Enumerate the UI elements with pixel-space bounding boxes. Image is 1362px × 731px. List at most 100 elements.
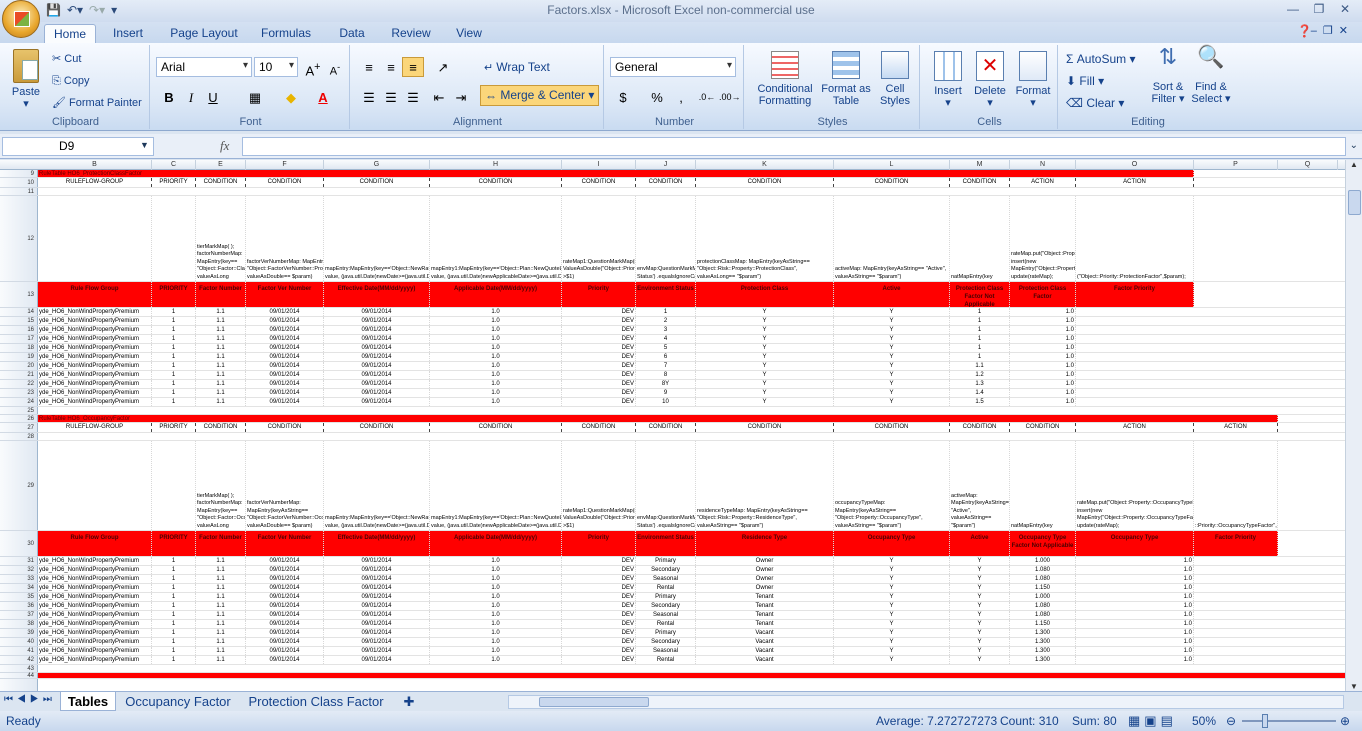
cell[interactable]: DEV xyxy=(562,656,636,664)
cell[interactable]: Vacant xyxy=(696,629,834,637)
column-header-i[interactable]: I xyxy=(562,160,636,170)
cell[interactable]: Primary xyxy=(636,593,696,601)
row-header-12[interactable]: 12 xyxy=(0,196,38,282)
cell[interactable]: 1.0 xyxy=(430,566,562,574)
expand-formula-bar-icon[interactable]: ⌄ xyxy=(1350,140,1358,151)
cell[interactable]: 1.0 xyxy=(1010,317,1076,325)
cell[interactable]: yde_HO6_NonWindPropertyPremium xyxy=(38,371,152,379)
cell[interactable]: Vacant xyxy=(696,647,834,655)
cell[interactable]: Y xyxy=(950,629,1010,637)
cell[interactable]: Occupancy Type xyxy=(834,531,950,556)
cell[interactable]: Factor Priority xyxy=(1076,282,1194,307)
cell[interactable]: 1.0 xyxy=(430,317,562,325)
tab-page-layout[interactable]: Page Layout xyxy=(164,24,244,43)
cell[interactable]: CONDITION xyxy=(1010,423,1076,432)
cell[interactable]: DEV xyxy=(562,389,636,397)
cell[interactable]: yde_HO6_NonWindPropertyPremium xyxy=(38,557,152,565)
cell[interactable]: 1.0 xyxy=(430,602,562,610)
row-header-36[interactable]: 36 xyxy=(0,602,38,611)
shrink-font-button[interactable]: A- xyxy=(324,57,346,78)
cell[interactable]: 1 xyxy=(152,656,196,664)
percent-button[interactable]: % xyxy=(646,87,668,107)
cell[interactable]: 1.000 xyxy=(1010,593,1076,601)
cell[interactable]: 1.1 xyxy=(950,362,1010,370)
cell[interactable]: ACTION xyxy=(1076,423,1194,432)
column-header-g[interactable]: G xyxy=(324,160,430,170)
cell[interactable]: DEV xyxy=(562,584,636,592)
cell[interactable]: CONDITION xyxy=(834,178,950,187)
cell[interactable]: 1 xyxy=(950,344,1010,352)
cell[interactable]: 1.0 xyxy=(1010,308,1076,316)
cell[interactable]: 09/01/2014 xyxy=(324,389,430,397)
cell[interactable]: 09/01/2014 xyxy=(246,362,324,370)
cell[interactable]: 1.1 xyxy=(196,566,246,574)
cell[interactable]: 1.1 xyxy=(196,308,246,316)
cell[interactable]: protectionClassMap: MapEntry(keyAsString… xyxy=(696,196,834,281)
cell[interactable]: 1.0 xyxy=(1010,398,1076,406)
cell[interactable]: 1 xyxy=(152,308,196,316)
fill-color-icon[interactable]: ◆ xyxy=(280,87,302,107)
row-header-21[interactable]: 21 xyxy=(0,371,38,380)
cell[interactable]: 1.0 xyxy=(430,308,562,316)
cell[interactable]: 1.0 xyxy=(1076,647,1194,655)
cell[interactable]: envMap:QuestionMarkMap(envMap.get('Envir… xyxy=(636,441,696,530)
cell[interactable]: activeMap: MapEntry(keyAsString== "Activ… xyxy=(834,196,950,281)
cell[interactable]: CONDITION xyxy=(246,178,324,187)
cell[interactable]: DEV xyxy=(562,566,636,574)
cell[interactable]: 8 xyxy=(636,371,696,379)
cell[interactable]: Y xyxy=(950,566,1010,574)
row-header-35[interactable]: 35 xyxy=(0,593,38,602)
row-header-14[interactable]: 14 xyxy=(0,308,38,317)
cell[interactable]: yde_HO6_NonWindPropertyPremium xyxy=(38,362,152,370)
cell[interactable]: DEV xyxy=(562,647,636,655)
number-format-combo[interactable]: General xyxy=(610,57,736,77)
cell[interactable]: 1.1 xyxy=(196,389,246,397)
cell[interactable]: Y xyxy=(834,326,950,334)
wrap-text-button[interactable]: ↵ Wrap Text xyxy=(484,61,550,74)
tab-view[interactable]: View xyxy=(446,24,492,43)
cell[interactable]: 1 xyxy=(152,326,196,334)
cell[interactable]: 09/01/2014 xyxy=(246,308,324,316)
cell[interactable]: Y xyxy=(834,344,950,352)
row-header-27[interactable]: 27 xyxy=(0,423,38,433)
cell[interactable]: Y xyxy=(696,362,834,370)
align-left-icon[interactable]: ☰ xyxy=(358,87,380,107)
cell[interactable]: Y xyxy=(834,602,950,610)
cell[interactable]: yde_HO6_NonWindPropertyPremium xyxy=(38,566,152,574)
cell[interactable]: 1.1 xyxy=(196,398,246,406)
cell[interactable]: CONDITION xyxy=(834,423,950,432)
cell[interactable] xyxy=(38,196,152,281)
cell[interactable]: Active xyxy=(834,282,950,307)
cell[interactable]: 1.080 xyxy=(1010,575,1076,583)
row-header-38[interactable]: 38 xyxy=(0,620,38,629)
cell[interactable]: Y xyxy=(834,638,950,646)
insert-cells-button[interactable]: Insert ▾ xyxy=(928,51,968,109)
cell[interactable]: 1 xyxy=(152,584,196,592)
format-as-table-button[interactable]: Format as Table xyxy=(820,51,872,107)
cell[interactable]: DEV xyxy=(562,344,636,352)
row-header-17[interactable]: 17 xyxy=(0,335,38,344)
cell[interactable]: 09/01/2014 xyxy=(324,362,430,370)
cell[interactable]: Active xyxy=(950,531,1010,556)
cell[interactable]: 09/01/2014 xyxy=(324,326,430,334)
zoom-in-icon[interactable]: ⊕ xyxy=(1340,714,1350,728)
column-header-m[interactable]: M xyxy=(950,160,1010,170)
cell[interactable]: DEV xyxy=(562,611,636,619)
cell[interactable]: 1.0 xyxy=(430,557,562,565)
cell[interactable]: CONDITION xyxy=(324,178,430,187)
cell[interactable]: ::Priority::OccupancyTypeFactor",$param)… xyxy=(1194,441,1278,530)
cell[interactable]: 1.0 xyxy=(1010,362,1076,370)
cell[interactable]: 1.0 xyxy=(430,611,562,619)
cell[interactable]: 1.0 xyxy=(430,638,562,646)
cell[interactable]: Factor Ver Number xyxy=(246,531,324,556)
cell[interactable]: tierMarkMap( ); factorNumberMap: MapEntr… xyxy=(196,196,246,281)
cell[interactable]: 1.1 xyxy=(196,629,246,637)
cell[interactable]: Applicable Date(MM/dd/yyyy) xyxy=(430,282,562,307)
row-header-19[interactable]: 19 xyxy=(0,353,38,362)
cell[interactable]: 1 xyxy=(152,593,196,601)
cell[interactable]: 1.150 xyxy=(1010,584,1076,592)
cell[interactable]: 1 xyxy=(636,308,696,316)
cell[interactable]: 1.1 xyxy=(196,575,246,583)
cell[interactable]: Y xyxy=(950,602,1010,610)
cell[interactable]: Rule Flow Group xyxy=(38,531,152,556)
